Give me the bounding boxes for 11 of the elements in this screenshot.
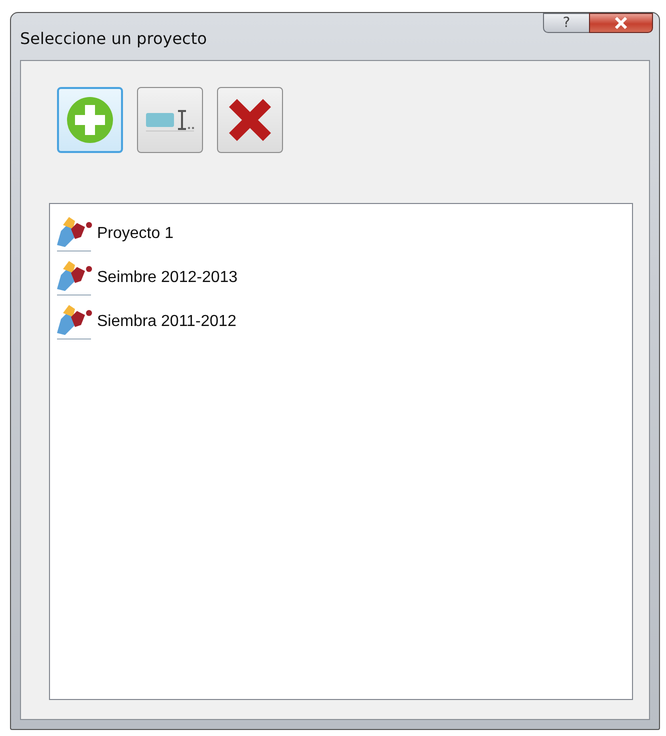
add-button[interactable]	[57, 87, 123, 153]
rename-button[interactable]	[137, 87, 203, 153]
help-button[interactable]: ?	[543, 13, 589, 33]
close-button[interactable]	[589, 13, 653, 33]
delete-button[interactable]	[217, 87, 283, 153]
close-icon	[614, 17, 628, 29]
project-name[interactable]: Proyecto 1	[97, 225, 174, 243]
plus-icon	[65, 95, 115, 145]
window-title: Seleccione un proyecto	[20, 29, 207, 48]
project-name[interactable]: Siembra 2011-2012	[97, 313, 236, 331]
project-name[interactable]: Seimbre 2012-2013	[97, 269, 238, 287]
